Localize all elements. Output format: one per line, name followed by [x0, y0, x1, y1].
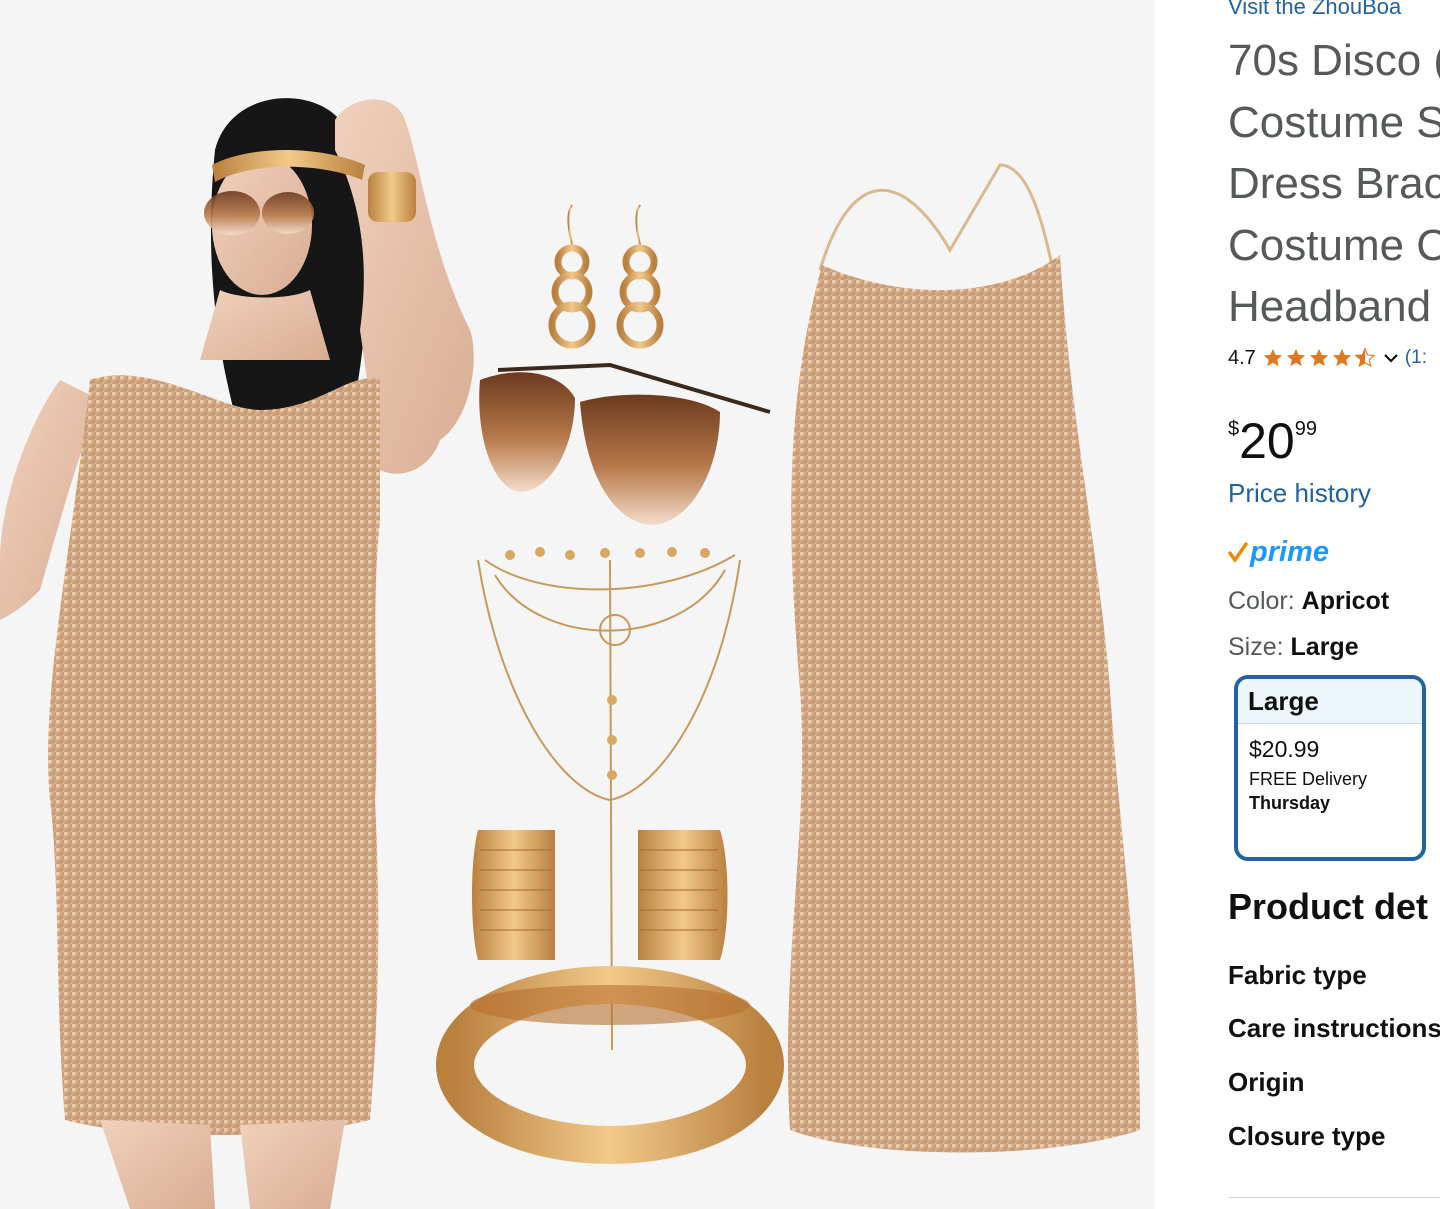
star-rating[interactable] — [1262, 347, 1377, 369]
prime-check-icon — [1228, 541, 1248, 563]
title-line: Costume S — [1228, 97, 1440, 147]
rating-value: 4.7 — [1228, 346, 1256, 369]
color-selection: Color: Apricot — [1228, 587, 1389, 616]
chevron-down-icon[interactable] — [1381, 348, 1401, 368]
title-line: Headband — [1228, 282, 1432, 331]
star-full-icon — [1263, 348, 1282, 367]
detail-label-closure-type: Closure type — [1228, 1121, 1386, 1151]
detail-label-fabric-type: Fabric type — [1228, 960, 1367, 990]
size-selection: Size: Large — [1228, 633, 1359, 662]
title-line: Dress Brac — [1228, 159, 1440, 208]
divider — [1228, 1197, 1440, 1198]
product-illustration — [0, 98, 1140, 1209]
title-line: Costume C — [1228, 220, 1440, 270]
size-option-delivery: FREE Delivery — [1249, 769, 1368, 789]
size-value: Large — [1290, 633, 1359, 661]
star-full-icon — [1332, 348, 1351, 367]
rating-row[interactable]: 4.7 (1: — [1228, 344, 1427, 372]
product-info-panel: Visit the ZhouBoa 70s Disco ( Costume S … — [1228, 0, 1440, 1209]
size-label: Size: — [1228, 633, 1291, 661]
star-full-icon — [1309, 348, 1328, 367]
price-symbol: $ — [1228, 418, 1240, 440]
color-value: Apricot — [1301, 587, 1390, 615]
detail-label-origin: Origin — [1228, 1067, 1305, 1097]
prime-label: prime — [1250, 536, 1329, 568]
size-option-large[interactable]: Large $20.99 FREE Delivery Thursday — [1234, 675, 1426, 861]
size-option-name: Large — [1238, 679, 1422, 724]
product-image[interactable] — [0, 0, 1155, 1209]
color-label: Color: — [1228, 587, 1302, 615]
visit-store-link[interactable]: Visit the ZhouBoa — [1228, 0, 1401, 20]
price-fraction: 99 — [1294, 418, 1317, 440]
prime-badge: prime — [1228, 536, 1329, 569]
rating-count-link[interactable]: (1: — [1405, 347, 1427, 369]
product-title: 70s Disco ( Costume S Dress Brac Costume… — [1228, 30, 1440, 338]
star-half-icon — [1354, 347, 1376, 368]
price-whole: 20 — [1239, 413, 1295, 469]
detail-label-care-instructions: Care instructions — [1228, 1013, 1440, 1043]
title-line: 70s Disco ( — [1228, 36, 1440, 85]
product-details-heading: Product det — [1228, 886, 1429, 927]
price-history-link[interactable]: Price history — [1228, 478, 1371, 509]
size-option-price: $20.99 — [1249, 736, 1320, 762]
star-full-icon — [1286, 348, 1305, 367]
price: $ 20 99 — [1228, 412, 1317, 470]
size-option-day: Thursday — [1249, 793, 1331, 813]
